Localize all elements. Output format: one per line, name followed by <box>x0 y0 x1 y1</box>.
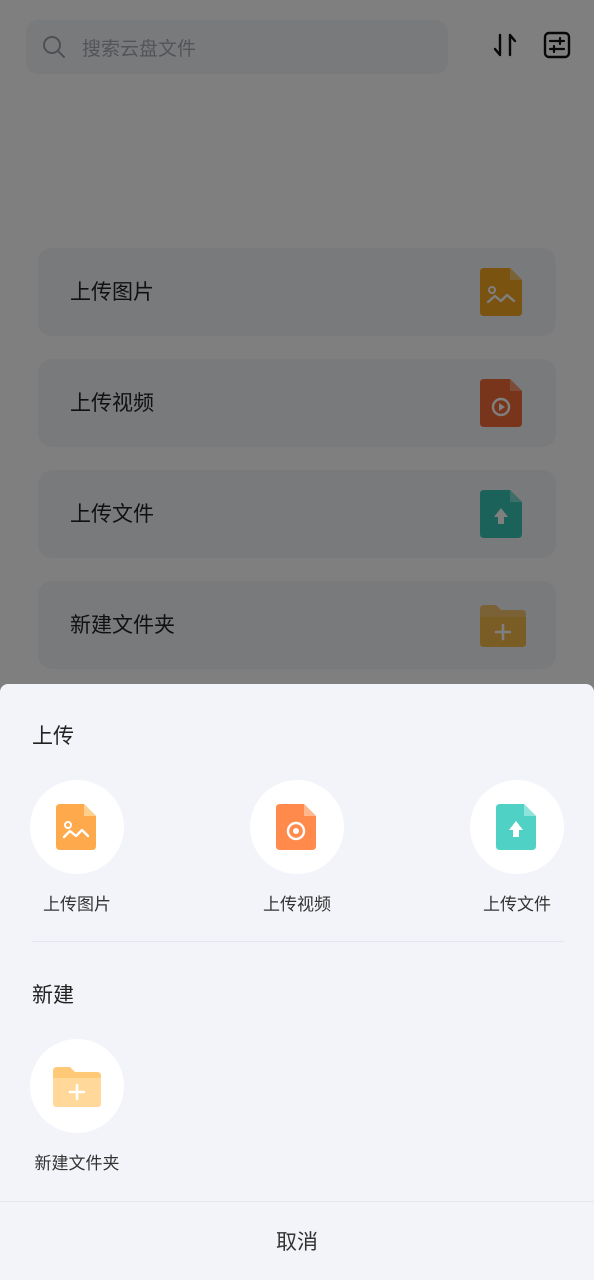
video-file-icon <box>276 804 318 850</box>
image-file-icon <box>56 804 98 850</box>
sheet-upload-video-button[interactable]: 上传视频 <box>237 780 357 915</box>
section-title-new: 新建 <box>32 983 74 1007</box>
action-sheet: 上传 上传图片 上传视频 上传文件 新建 新建文件夹 取消 <box>0 684 594 1280</box>
cloud-drive-page: 搜索云盘文件 上传图片 上传视频 <box>0 0 594 1280</box>
section-divider <box>32 941 564 942</box>
sheet-upload-image-button[interactable]: 上传图片 <box>17 780 137 915</box>
action-circle <box>470 780 564 874</box>
action-label: 新建文件夹 <box>34 1154 120 1174</box>
action-circle <box>30 780 124 874</box>
action-label: 上传图片 <box>43 895 111 915</box>
folder-plus-icon <box>53 1065 101 1107</box>
action-label: 上传文件 <box>483 895 551 915</box>
sheet-upload-file-button[interactable]: 上传文件 <box>457 780 577 915</box>
action-label: 上传视频 <box>263 895 331 915</box>
action-circle <box>30 1039 124 1133</box>
section-title-upload: 上传 <box>32 724 74 748</box>
sheet-new-folder-button[interactable]: 新建文件夹 <box>17 1039 137 1174</box>
cancel-button[interactable]: 取消 <box>0 1201 594 1280</box>
upload-file-icon <box>496 804 538 850</box>
action-circle <box>250 780 344 874</box>
